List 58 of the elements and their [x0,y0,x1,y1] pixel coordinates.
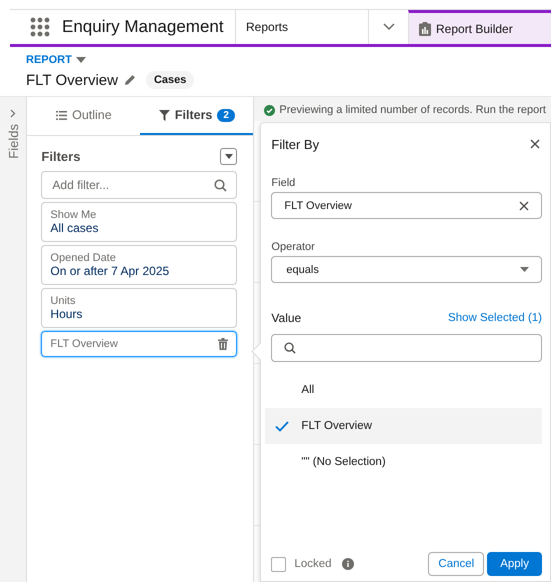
caret-icon [224,154,233,159]
object-badge: Cases [146,71,194,89]
panel-tab[interactable]: Filters 2 [140,97,254,135]
check-circle-icon [264,104,276,116]
banner-text: Previewing a limited number of records. Run the report [279,104,546,116]
info-icon[interactable] [342,558,354,570]
filter-value: Hours [50,307,84,321]
operator-select[interactable]: equals [271,256,542,283]
chevron-down-icon [382,23,394,31]
fields-label: Fields [6,124,21,159]
show-selected-link[interactable]: Show Selected (1) [448,312,542,324]
chevron-right-icon [10,109,16,118]
filter-card[interactable]: Show Me All cases [41,202,238,242]
filter-label: Units [50,295,76,307]
field-input[interactable]: FLT Overview [271,192,542,219]
report-type-label: REPORT [26,54,72,66]
search-icon [284,342,296,354]
field-label: Field [271,177,296,189]
clear-icon[interactable] [519,200,529,210]
filter-card[interactable]: Opened Date On or after 7 Apr 2025 [41,245,238,285]
filter-value: On or after 7 Apr 2025 [50,264,170,278]
add-filter-field[interactable]: Add filter... [41,171,238,199]
locked-label: Locked [294,558,332,570]
value-search-field[interactable] [271,334,542,362]
locked-checkbox[interactable] [271,556,286,572]
count-badge: 2 [217,108,235,122]
filters-menu-button[interactable] [220,148,238,165]
clipboard-icon [419,22,431,36]
caret-icon[interactable] [76,57,86,63]
search-icon [214,179,228,192]
value-option[interactable]: FLT Overview [265,408,542,444]
app-name: Enquiry Management [62,17,225,37]
apply-button[interactable]: Apply [487,552,542,576]
panel-tab[interactable]: Outline [27,97,140,135]
filter-value: All cases [50,221,100,235]
value-label: Value [271,311,302,325]
close-icon[interactable] [530,139,540,149]
pencil-icon[interactable] [124,74,136,86]
list-icon [56,110,68,120]
value-option[interactable]: All [265,372,542,408]
trash-icon[interactable] [218,338,228,350]
report-title: FLT Overview [26,72,118,88]
filter-label: Opened Date [50,252,117,264]
value-option[interactable]: "" (No Selection) [265,444,542,480]
funnel-icon [158,110,170,120]
fields-panel[interactable]: Fields [0,97,28,582]
operator-label: Operator [271,241,316,253]
filter-card[interactable]: Units Hours [41,288,238,328]
caret-icon [520,267,529,272]
cancel-button[interactable]: Cancel [428,552,484,576]
filter-label: Show Me [50,209,98,221]
nav-tab[interactable]: Report Builder [408,10,551,44]
popover-title: Filter By [271,136,320,152]
filters-heading: Filters [41,149,80,164]
app-launcher-icon[interactable] [30,17,50,37]
filter-card[interactable]: FLT Overview [41,331,238,357]
filter-label: FLT Overview [50,338,119,350]
check-icon [275,420,290,432]
